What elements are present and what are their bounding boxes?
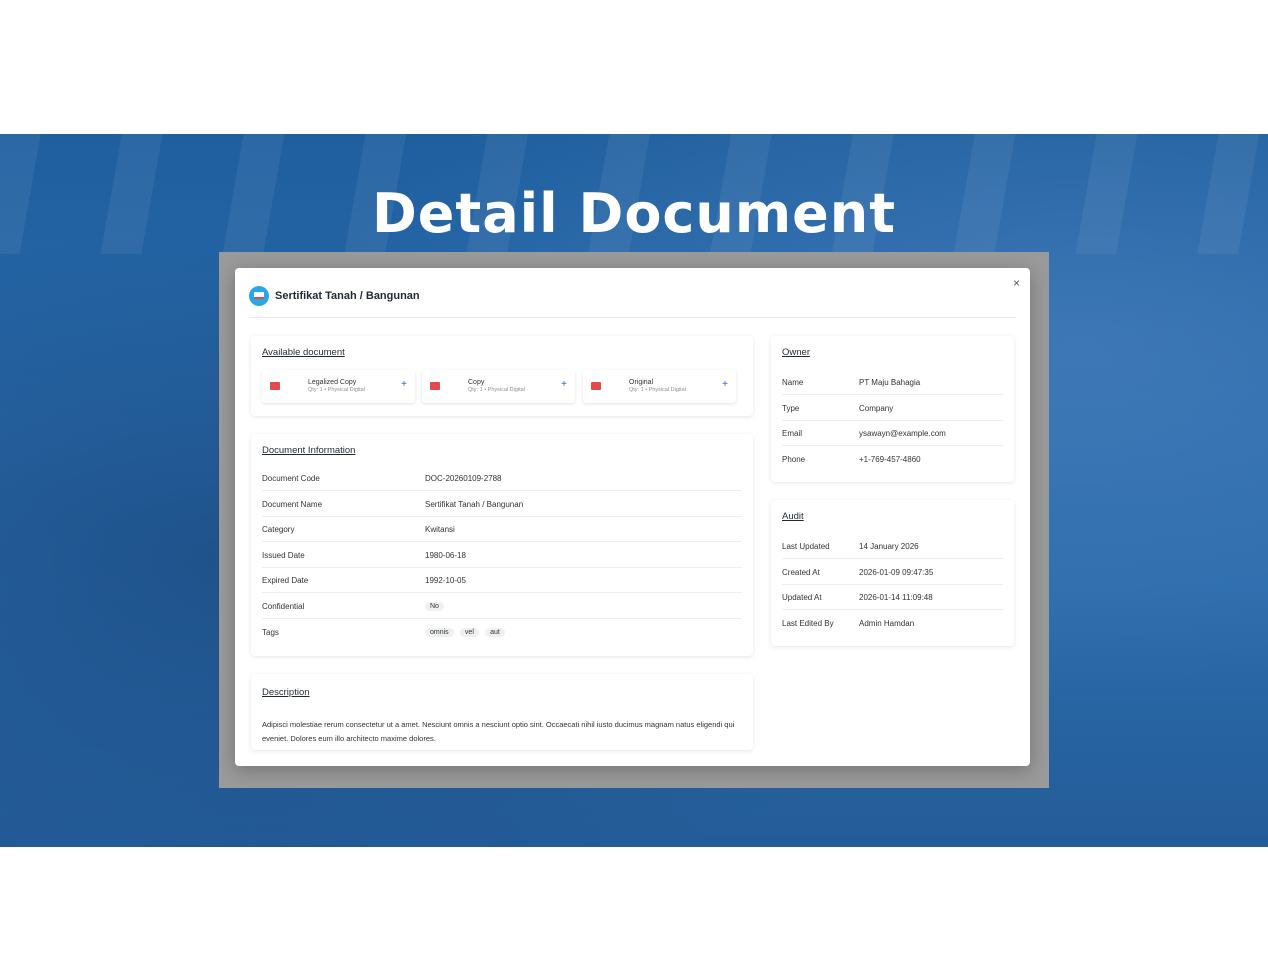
audit-label: Last Updated: [782, 542, 830, 551]
plus-icon[interactable]: +: [401, 379, 407, 390]
info-label: Document Code: [262, 474, 320, 483]
modal-title: Sertifikat Tanah / Bangunan: [275, 289, 420, 302]
info-label: Issued Date: [262, 551, 305, 560]
info-value: Kwitansi: [425, 525, 455, 534]
pdf-icon: [591, 382, 601, 390]
audit-row-last-edited-by: Last Edited By Admin Hamdan: [782, 611, 1003, 636]
owner-label: Email: [782, 429, 803, 438]
audit-row-created-at: Created At 2026-01-09 09:47:35: [782, 560, 1003, 585]
owner-value: ysawayn@example.com: [859, 429, 946, 438]
info-row-document-code: Document Code DOC-20260109-2788: [262, 466, 742, 491]
owner-row-name: Name PT Maju Bahagia: [782, 370, 1003, 395]
info-value: DOC-20260109-2788: [425, 474, 502, 483]
screenshot-frame: Sertifikat Tanah / Bangunan × Available …: [219, 252, 1049, 788]
plus-icon[interactable]: +: [722, 379, 728, 390]
hero-background: Detail Document Sertifikat Tanah / Bangu…: [0, 134, 1268, 847]
info-label: Confidential: [262, 602, 305, 611]
audit-row-updated-at: Updated At 2026-01-14 11:09:48: [782, 585, 1003, 610]
plus-icon[interactable]: +: [561, 379, 567, 390]
info-row-tags: Tags omnis vel aut: [262, 620, 742, 645]
info-label: Tags: [262, 628, 279, 637]
available-item-name: Original: [629, 379, 654, 386]
confidential-badge: No: [425, 602, 444, 611]
info-label: Expired Date: [262, 576, 309, 585]
available-item-meta: Qty: 1 • Physical Digital: [468, 387, 525, 393]
pdf-icon: [430, 382, 440, 390]
owner-value: +1-769-457-4860: [859, 455, 921, 464]
available-item-name: Legalized Copy: [308, 379, 357, 386]
tag-chip: omnis: [425, 628, 454, 637]
owner-label: Phone: [782, 455, 806, 464]
owner-value: PT Maju Bahagia: [859, 378, 921, 387]
info-row-category: Category Kwitansi: [262, 517, 742, 542]
available-item-meta: Qty: 1 • Physical Digital: [308, 387, 365, 393]
audit-label: Updated At: [782, 593, 822, 602]
pdf-icon: [270, 382, 280, 390]
owner-card: Owner Name PT Maju Bahagia Type Company …: [771, 336, 1014, 482]
owner-label: Name: [782, 378, 804, 387]
tag-chip: vel: [459, 628, 479, 637]
owner-label: Type: [782, 404, 800, 413]
available-document-title: Available document: [262, 347, 345, 358]
info-row-document-name: Document Name Sertifikat Tanah / Banguna…: [262, 492, 742, 517]
info-value: Sertifikat Tanah / Bangunan: [425, 500, 524, 509]
audit-row-last-updated: Last Updated 14 January 2026: [782, 534, 1003, 559]
close-button[interactable]: ×: [1013, 276, 1020, 290]
available-item-original[interactable]: Original Qty: 1 • Physical Digital +: [583, 370, 736, 403]
hero-title: Detail Document: [371, 182, 897, 245]
modal-header: Sertifikat Tanah / Bangunan: [249, 282, 1016, 318]
audit-value: 14 January 2026: [859, 542, 919, 551]
document-icon: [249, 285, 269, 306]
audit-value: 2026-01-14 11:09:48: [859, 593, 933, 602]
description-title: Description: [262, 687, 310, 698]
tag-chip: aut: [485, 628, 505, 637]
audit-label: Last Edited By: [782, 619, 834, 628]
audit-card: Audit Last Updated 14 January 2026 Creat…: [771, 500, 1014, 646]
info-label: Category: [262, 525, 295, 534]
document-information-card: Document Information Document Code DOC-2…: [251, 434, 753, 656]
owner-row-type: Type Company: [782, 396, 1003, 421]
audit-value: 2026-01-09 09:47:35: [859, 568, 934, 577]
owner-value: Company: [859, 404, 894, 413]
description-card: Description Adipisci molestiae rerum con…: [251, 674, 753, 750]
audit-value: Admin Hamdan: [859, 619, 915, 628]
info-label: Document Name: [262, 500, 323, 509]
owner-title: Owner: [782, 347, 810, 358]
info-value: 1980-06-18: [425, 551, 466, 560]
available-item-name: Copy: [468, 379, 485, 386]
document-information-title: Document Information: [262, 445, 356, 456]
info-value: 1992-10-05: [425, 576, 466, 585]
owner-row-phone: Phone +1-769-457-4860: [782, 447, 1003, 472]
audit-label: Created At: [782, 568, 820, 577]
description-text: Adipisci molestiae rerum consectetur ut …: [262, 720, 735, 743]
audit-title: Audit: [782, 511, 804, 522]
available-item-legalized-copy[interactable]: Legalized Copy Qty: 1 • Physical Digital…: [262, 370, 415, 403]
info-row-confidential: Confidential No: [262, 594, 742, 619]
available-document-card: Available document Legalized Copy Qty: 1…: [251, 336, 753, 416]
available-item-copy[interactable]: Copy Qty: 1 • Physical Digital +: [422, 370, 575, 403]
owner-row-email: Email ysawayn@example.com: [782, 421, 1003, 446]
info-row-expired-date: Expired Date 1992-10-05: [262, 568, 742, 593]
document-detail-modal: Sertifikat Tanah / Bangunan × Available …: [235, 268, 1030, 766]
info-row-issued-date: Issued Date 1980-06-18: [262, 543, 742, 568]
available-item-meta: Qty: 1 • Physical Digital: [629, 387, 686, 393]
